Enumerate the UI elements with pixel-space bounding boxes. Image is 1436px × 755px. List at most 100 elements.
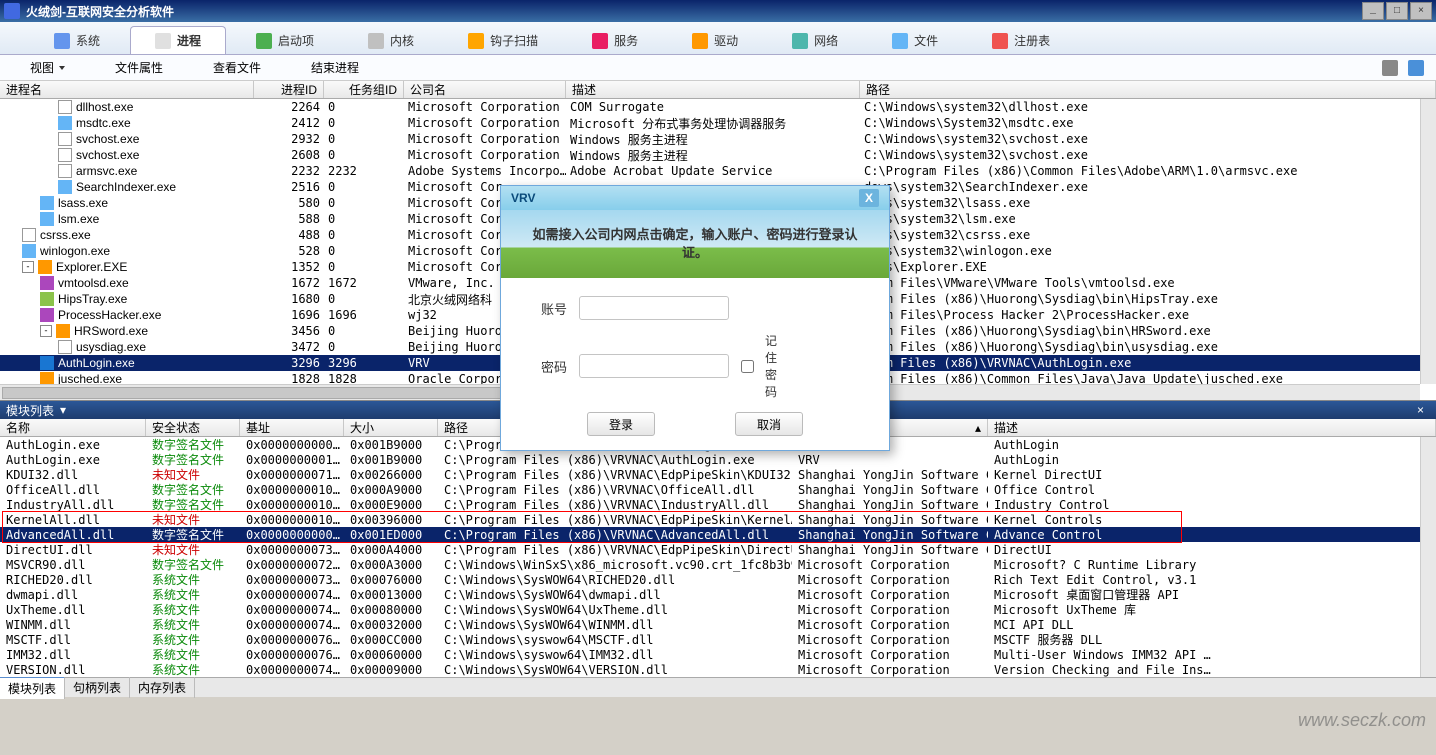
end-process-button[interactable]: 结束进程 [311, 59, 359, 76]
process-row[interactable]: armsvc.exe22322232Adobe Systems Incorpo…… [0, 163, 1420, 179]
view-file-button[interactable]: 查看文件 [213, 59, 261, 76]
bottom-tab[interactable]: 句柄列表 [65, 677, 130, 698]
process-row[interactable]: dllhost.exe22640Microsoft CorporationCOM… [0, 99, 1420, 115]
col-description[interactable]: 描述 [566, 81, 860, 98]
module-list[interactable]: 名称 安全状态 基址 大小 路径 公司名▴ 描述 AuthLogin.exe数字… [0, 419, 1436, 677]
cell-path: dows\system32\winlogon.exe [860, 244, 1420, 258]
col-tgid[interactable]: 任务组ID [324, 81, 404, 98]
process-icon [22, 228, 36, 242]
tab-reg[interactable]: 注册表 [968, 27, 1074, 54]
process-row[interactable]: svchost.exe26080Microsoft CorporationWin… [0, 147, 1420, 163]
mcell-size: 0x00076000 [344, 573, 438, 587]
module-row[interactable]: IMM32.dll系统文件0x0000000076…0x00060000C:\W… [0, 647, 1420, 662]
cell-path: gram Files (x86)\Huorong\Sysdiag\bin\HRS… [860, 324, 1420, 338]
panel-close-icon[interactable]: × [1411, 403, 1430, 417]
col-mod-desc[interactable]: 描述 [988, 419, 1436, 436]
cell-pid: 2412 [254, 116, 324, 130]
mcell-name: RICHED20.dll [0, 573, 146, 587]
kern-icon [368, 33, 384, 49]
tab-file[interactable]: 文件 [868, 27, 962, 54]
col-mod-name[interactable]: 名称 [0, 419, 146, 436]
col-process-name[interactable]: 进程名 [0, 81, 254, 98]
col-mod-base[interactable]: 基址 [240, 419, 344, 436]
module-row[interactable]: IndustryAll.dll数字签名文件0x0000000010…0x000E… [0, 497, 1420, 512]
tree-expand-icon[interactable]: - [40, 325, 52, 337]
module-row[interactable]: AdvancedAll.dll数字签名文件0x0000000000…0x001E… [0, 527, 1420, 542]
search-icon[interactable] [1382, 60, 1398, 76]
module-row[interactable]: AuthLogin.exe数字签名文件0x0000000001…0x001B90… [0, 452, 1420, 467]
process-row[interactable]: msdtc.exe24120Microsoft CorporationMicro… [0, 115, 1420, 131]
module-row[interactable]: KernelAll.dll未知文件0x0000000010…0x00396000… [0, 512, 1420, 527]
tab-sys[interactable]: 系统 [30, 27, 124, 54]
mcell-company: Shanghai YongJin Software Co.… [792, 498, 988, 512]
tree-expand-icon[interactable]: - [22, 261, 34, 273]
module-row[interactable]: KDUI32.dll未知文件0x0000000071…0x00266000C:\… [0, 467, 1420, 482]
bottom-tab[interactable]: 模块列表 [0, 676, 65, 699]
cell-tgid: 3296 [324, 356, 404, 370]
file-attributes-button[interactable]: 文件属性 [115, 59, 163, 76]
remember-checkbox-input[interactable] [741, 360, 754, 373]
module-row[interactable]: WINMM.dll系统文件0x0000000074…0x00032000C:\W… [0, 617, 1420, 632]
minimize-button[interactable]: _ [1362, 2, 1384, 20]
bottom-tab[interactable]: 内存列表 [130, 677, 195, 698]
module-row[interactable]: MSCTF.dll系统文件0x0000000076…0x000CC000C:\W… [0, 632, 1420, 647]
mcell-size: 0x00396000 [344, 513, 438, 527]
mcell-size: 0x001B9000 [344, 438, 438, 452]
cell-desc: Microsoft 分布式事务处理协调器服务 [566, 115, 860, 132]
mcell-base: 0x0000000074… [240, 588, 344, 602]
module-row[interactable]: MSVCR90.dll数字签名文件0x0000000072…0x000A3000… [0, 557, 1420, 572]
refresh-icon[interactable] [1408, 60, 1424, 76]
maximize-button[interactable]: □ [1386, 2, 1408, 20]
mcell-path: C:\Windows\syswow64\MSCTF.dll [438, 633, 792, 647]
view-dropdown[interactable]: 视图 [30, 59, 65, 76]
tab-net[interactable]: 网络 [768, 27, 862, 54]
cell-tgid: 0 [324, 324, 404, 338]
account-input[interactable] [579, 296, 729, 320]
process-row[interactable]: svchost.exe29320Microsoft CorporationWin… [0, 131, 1420, 147]
mcell-company: Microsoft Corporation [792, 573, 988, 587]
col-pid[interactable]: 进程ID [254, 81, 324, 98]
module-row[interactable]: DirectUI.dll未知文件0x0000000073…0x000A4000C… [0, 542, 1420, 557]
mcell-base: 0x0000000071… [240, 468, 344, 482]
dialog-close-icon[interactable]: X [859, 189, 879, 207]
cell-path: gram Files\Process Hacker 2\ProcessHacke… [860, 308, 1420, 322]
tab-driv[interactable]: 驱动 [668, 27, 762, 54]
module-vertical-scrollbar[interactable] [1420, 437, 1436, 677]
login-button[interactable]: 登录 [587, 412, 655, 436]
tab-serv[interactable]: 服务 [568, 27, 662, 54]
cancel-button[interactable]: 取消 [735, 412, 803, 436]
module-row[interactable]: RICHED20.dll系统文件0x0000000073…0x00076000C… [0, 572, 1420, 587]
module-row[interactable]: OfficeAll.dll数字签名文件0x0000000010…0x000A90… [0, 482, 1420, 497]
process-name-cell: ProcessHacker.exe [0, 308, 254, 322]
col-path[interactable]: 路径 [860, 81, 1436, 98]
close-button[interactable]: × [1410, 2, 1432, 20]
process-name-cell: csrss.exe [0, 228, 254, 242]
process-name-cell: -HRSword.exe [0, 324, 254, 338]
module-row[interactable]: UxTheme.dll系统文件0x0000000074…0x00080000C:… [0, 602, 1420, 617]
process-icon [40, 196, 54, 210]
tab-proc[interactable]: 进程 [130, 26, 226, 54]
mcell-name: dwmapi.dll [0, 588, 146, 602]
tab-hook[interactable]: 钩子扫描 [444, 27, 562, 54]
tab-kern[interactable]: 内核 [344, 27, 438, 54]
process-icon [58, 116, 72, 130]
mcell-path: C:\Windows\SysWOW64\VERSION.dll [438, 663, 792, 677]
mcell-size: 0x00060000 [344, 648, 438, 662]
module-row[interactable]: VERSION.dll系统文件0x0000000074…0x00009000C:… [0, 662, 1420, 677]
tab-label: 系统 [76, 32, 100, 49]
process-icon [58, 180, 72, 194]
mcell-company: Shanghai YongJin Software Co.… [792, 468, 988, 482]
password-input[interactable] [579, 354, 729, 378]
mcell-path: C:\Program Files (x86)\VRVNAC\AuthLogin.… [438, 453, 792, 467]
cell-path: dows\system32\lsass.exe [860, 196, 1420, 210]
col-company[interactable]: 公司名 [404, 81, 566, 98]
window-controls: _ □ × [1362, 2, 1432, 20]
col-mod-size[interactable]: 大小 [344, 419, 438, 436]
col-mod-security[interactable]: 安全状态 [146, 419, 240, 436]
tab-start[interactable]: 启动项 [232, 27, 338, 54]
panel-dropdown-icon[interactable]: ▾ [54, 403, 72, 417]
vertical-scrollbar[interactable] [1420, 99, 1436, 384]
module-row[interactable]: dwmapi.dll系统文件0x0000000074…0x00013000C:\… [0, 587, 1420, 602]
remember-password-checkbox[interactable]: 记住密码 [741, 332, 777, 400]
cell-pid: 580 [254, 196, 324, 210]
